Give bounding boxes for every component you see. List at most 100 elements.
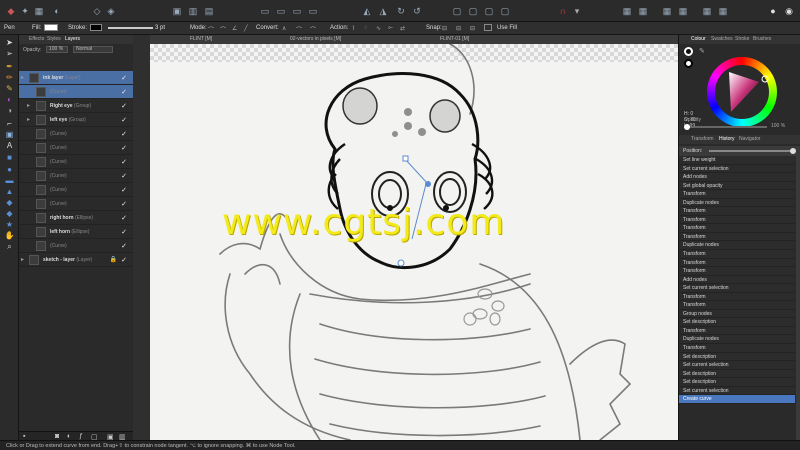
arrange-forward-icon[interactable]: ▭ xyxy=(274,4,288,18)
view-quality-icon[interactable]: ▦ xyxy=(660,4,674,18)
visibility-check-icon[interactable]: ✓ xyxy=(121,172,127,180)
view-mode-2-icon[interactable]: ◈ xyxy=(104,4,118,18)
layer-row[interactable]: ▸ Right eye (Group) ✓ xyxy=(19,99,133,113)
history-item[interactable]: Set description xyxy=(679,378,795,387)
history-item[interactable]: Set description xyxy=(679,318,795,327)
mask-icon[interactable]: ◙ xyxy=(55,433,59,440)
history-item[interactable]: Duplicate nodes xyxy=(679,241,795,251)
pencil-tool-icon[interactable]: ✏ xyxy=(4,73,15,82)
tab-effects[interactable]: Effects xyxy=(29,36,44,42)
hand-tool-icon[interactable]: ✋ xyxy=(4,231,15,240)
visibility-check-icon[interactable]: ✓ xyxy=(121,214,127,222)
visibility-check-icon[interactable]: ✓ xyxy=(121,74,127,82)
visibility-check-icon[interactable]: ✓ xyxy=(121,256,127,264)
stroke-width-slider[interactable] xyxy=(108,27,153,29)
history-item[interactable]: Transform xyxy=(679,292,795,302)
history-scrollbar[interactable] xyxy=(796,156,800,441)
visibility-check-icon[interactable]: ✓ xyxy=(121,228,127,236)
doc-tab-flint-01[interactable]: FLINT-01 [M] xyxy=(440,36,469,42)
assistant-icon[interactable]: ▦ xyxy=(716,4,730,18)
app-logo-icon[interactable]: ◆ xyxy=(4,4,18,18)
tab-navigator[interactable]: Navigator xyxy=(739,136,760,142)
transform-icon[interactable]: ▣ xyxy=(170,4,184,18)
tab-colour[interactable]: Colour xyxy=(691,36,706,42)
tab-transform[interactable]: Transform xyxy=(691,136,714,142)
history-item[interactable]: Set current selection xyxy=(679,386,795,396)
line-mode-icon[interactable]: ╱ xyxy=(244,25,248,32)
fx-icon[interactable]: ƒ xyxy=(79,433,83,440)
history-item[interactable]: Set current selection xyxy=(679,164,795,174)
expand-arrow-icon[interactable]: ▸ xyxy=(27,116,30,123)
flip-vertical-icon[interactable]: ◮ xyxy=(376,4,390,18)
layer-row[interactable]: (Curve) ✓ xyxy=(19,85,133,99)
history-item[interactable]: Group nodes xyxy=(679,309,795,319)
arrange-front-icon[interactable]: ▭ xyxy=(290,4,304,18)
layer-row[interactable]: ▸ sketch - layer (Layer) 🔒 ✓ xyxy=(19,253,133,267)
corner-tool-icon[interactable]: ⌐ xyxy=(4,119,15,128)
view-outline-icon[interactable]: ▦ xyxy=(676,4,690,18)
convert-sharp-icon[interactable]: ∧ xyxy=(282,25,286,32)
text-tool-icon[interactable]: A xyxy=(4,141,15,150)
flip-horizontal-icon[interactable]: ◭ xyxy=(360,4,374,18)
history-item[interactable]: Transform xyxy=(679,344,795,353)
tab-layers[interactable]: Layers xyxy=(65,36,80,42)
history-item[interactable]: Set current selection xyxy=(679,284,795,293)
history-item[interactable]: Duplicate nodes xyxy=(679,335,795,345)
opacity-input[interactable]: 100 % xyxy=(46,46,68,53)
history-item[interactable]: Transform xyxy=(679,215,795,225)
colour-opacity-value[interactable]: 100 % xyxy=(771,123,785,129)
action-reverse-icon[interactable]: ⇄ xyxy=(400,25,405,32)
tab-brushes[interactable]: Brushes xyxy=(753,36,771,42)
history-item[interactable]: Transform xyxy=(679,258,795,268)
star-tool-icon[interactable]: ★ xyxy=(4,220,15,229)
visibility-check-icon[interactable]: ✓ xyxy=(121,144,127,152)
visibility-check-icon[interactable]: ✓ xyxy=(121,102,127,110)
polygon-mode-icon[interactable]: ∠ xyxy=(232,25,237,32)
layer-row[interactable]: right horn (Ellipse) ✓ xyxy=(19,211,133,225)
smart-mode-icon[interactable]: ⌒ xyxy=(220,25,226,34)
snapping-magnet-icon[interactable]: ∩ xyxy=(556,4,570,18)
tab-styles[interactable]: Styles xyxy=(47,36,61,42)
transparency-tool-icon[interactable]: ◑ xyxy=(4,106,15,115)
stroke-swatch[interactable] xyxy=(90,24,102,31)
pixel-grid-icon[interactable]: ▦ xyxy=(636,4,650,18)
convert-smart-icon[interactable]: ⌒ xyxy=(310,25,316,34)
stroke-colour-circle[interactable] xyxy=(684,59,693,68)
rounded-rect-tool-icon[interactable]: ▬ xyxy=(4,176,15,185)
persona-pixel-icon[interactable]: ▦ xyxy=(32,4,46,18)
visibility-check-icon[interactable]: ✓ xyxy=(121,200,127,208)
view-mode-icon[interactable]: ◇ xyxy=(90,4,104,18)
layer-row[interactable]: (Curve) ✓ xyxy=(19,169,133,183)
zoom-tool-icon[interactable]: ⌕ xyxy=(4,242,15,251)
brush-tool-icon[interactable]: ✎ xyxy=(4,84,15,93)
layer-row[interactable]: ▸ left eye (Group) ✓ xyxy=(19,113,133,127)
drawing-canvas[interactable]: www.cgtsj.com xyxy=(150,44,678,440)
rectangle-tool-icon[interactable]: ■ xyxy=(4,153,15,162)
history-position-knob[interactable] xyxy=(790,148,796,154)
history-item[interactable]: Set description xyxy=(679,369,795,379)
triangle-tool-icon[interactable]: ▲ xyxy=(4,187,15,196)
history-item[interactable]: Transform xyxy=(679,267,795,276)
visibility-check-icon[interactable]: ✓ xyxy=(121,186,127,194)
history-position-slider[interactable] xyxy=(709,150,793,152)
arrange-top-icon[interactable]: ▭ xyxy=(306,4,320,18)
blend-mode-select[interactable]: Normal xyxy=(73,46,113,53)
persona-export-icon[interactable]: ◐ xyxy=(50,4,64,18)
layer-row[interactable]: (Curve) ✓ xyxy=(19,127,133,141)
expand-arrow-icon[interactable]: ▸ xyxy=(27,102,30,109)
adjustment-icon[interactable]: ◐ xyxy=(67,433,71,440)
doc-tab-flint[interactable]: FLINT [M] xyxy=(190,36,212,42)
expand-arrow-icon[interactable]: ▸ xyxy=(21,256,24,263)
colour-wheel[interactable] xyxy=(707,57,777,127)
fill-colour-circle[interactable] xyxy=(684,47,693,56)
history-item[interactable]: Set global opacity xyxy=(679,181,795,191)
rotate-ccw-icon[interactable]: ↺ xyxy=(410,4,424,18)
expand-arrow-icon[interactable]: ▸ xyxy=(21,74,24,81)
snap-option-2-icon[interactable]: ⊟ xyxy=(456,25,461,32)
boolean-subtract-icon[interactable]: ▢ xyxy=(466,4,480,18)
layer-row[interactable]: (Curve) ✓ xyxy=(19,155,133,169)
snap-option-3-icon[interactable]: ⊟ xyxy=(470,25,475,32)
move-tool-icon[interactable]: ➤ xyxy=(4,38,15,47)
ellipse-tool-icon[interactable]: ● xyxy=(4,165,15,174)
action-break-icon[interactable]: ⌇ xyxy=(352,25,355,32)
